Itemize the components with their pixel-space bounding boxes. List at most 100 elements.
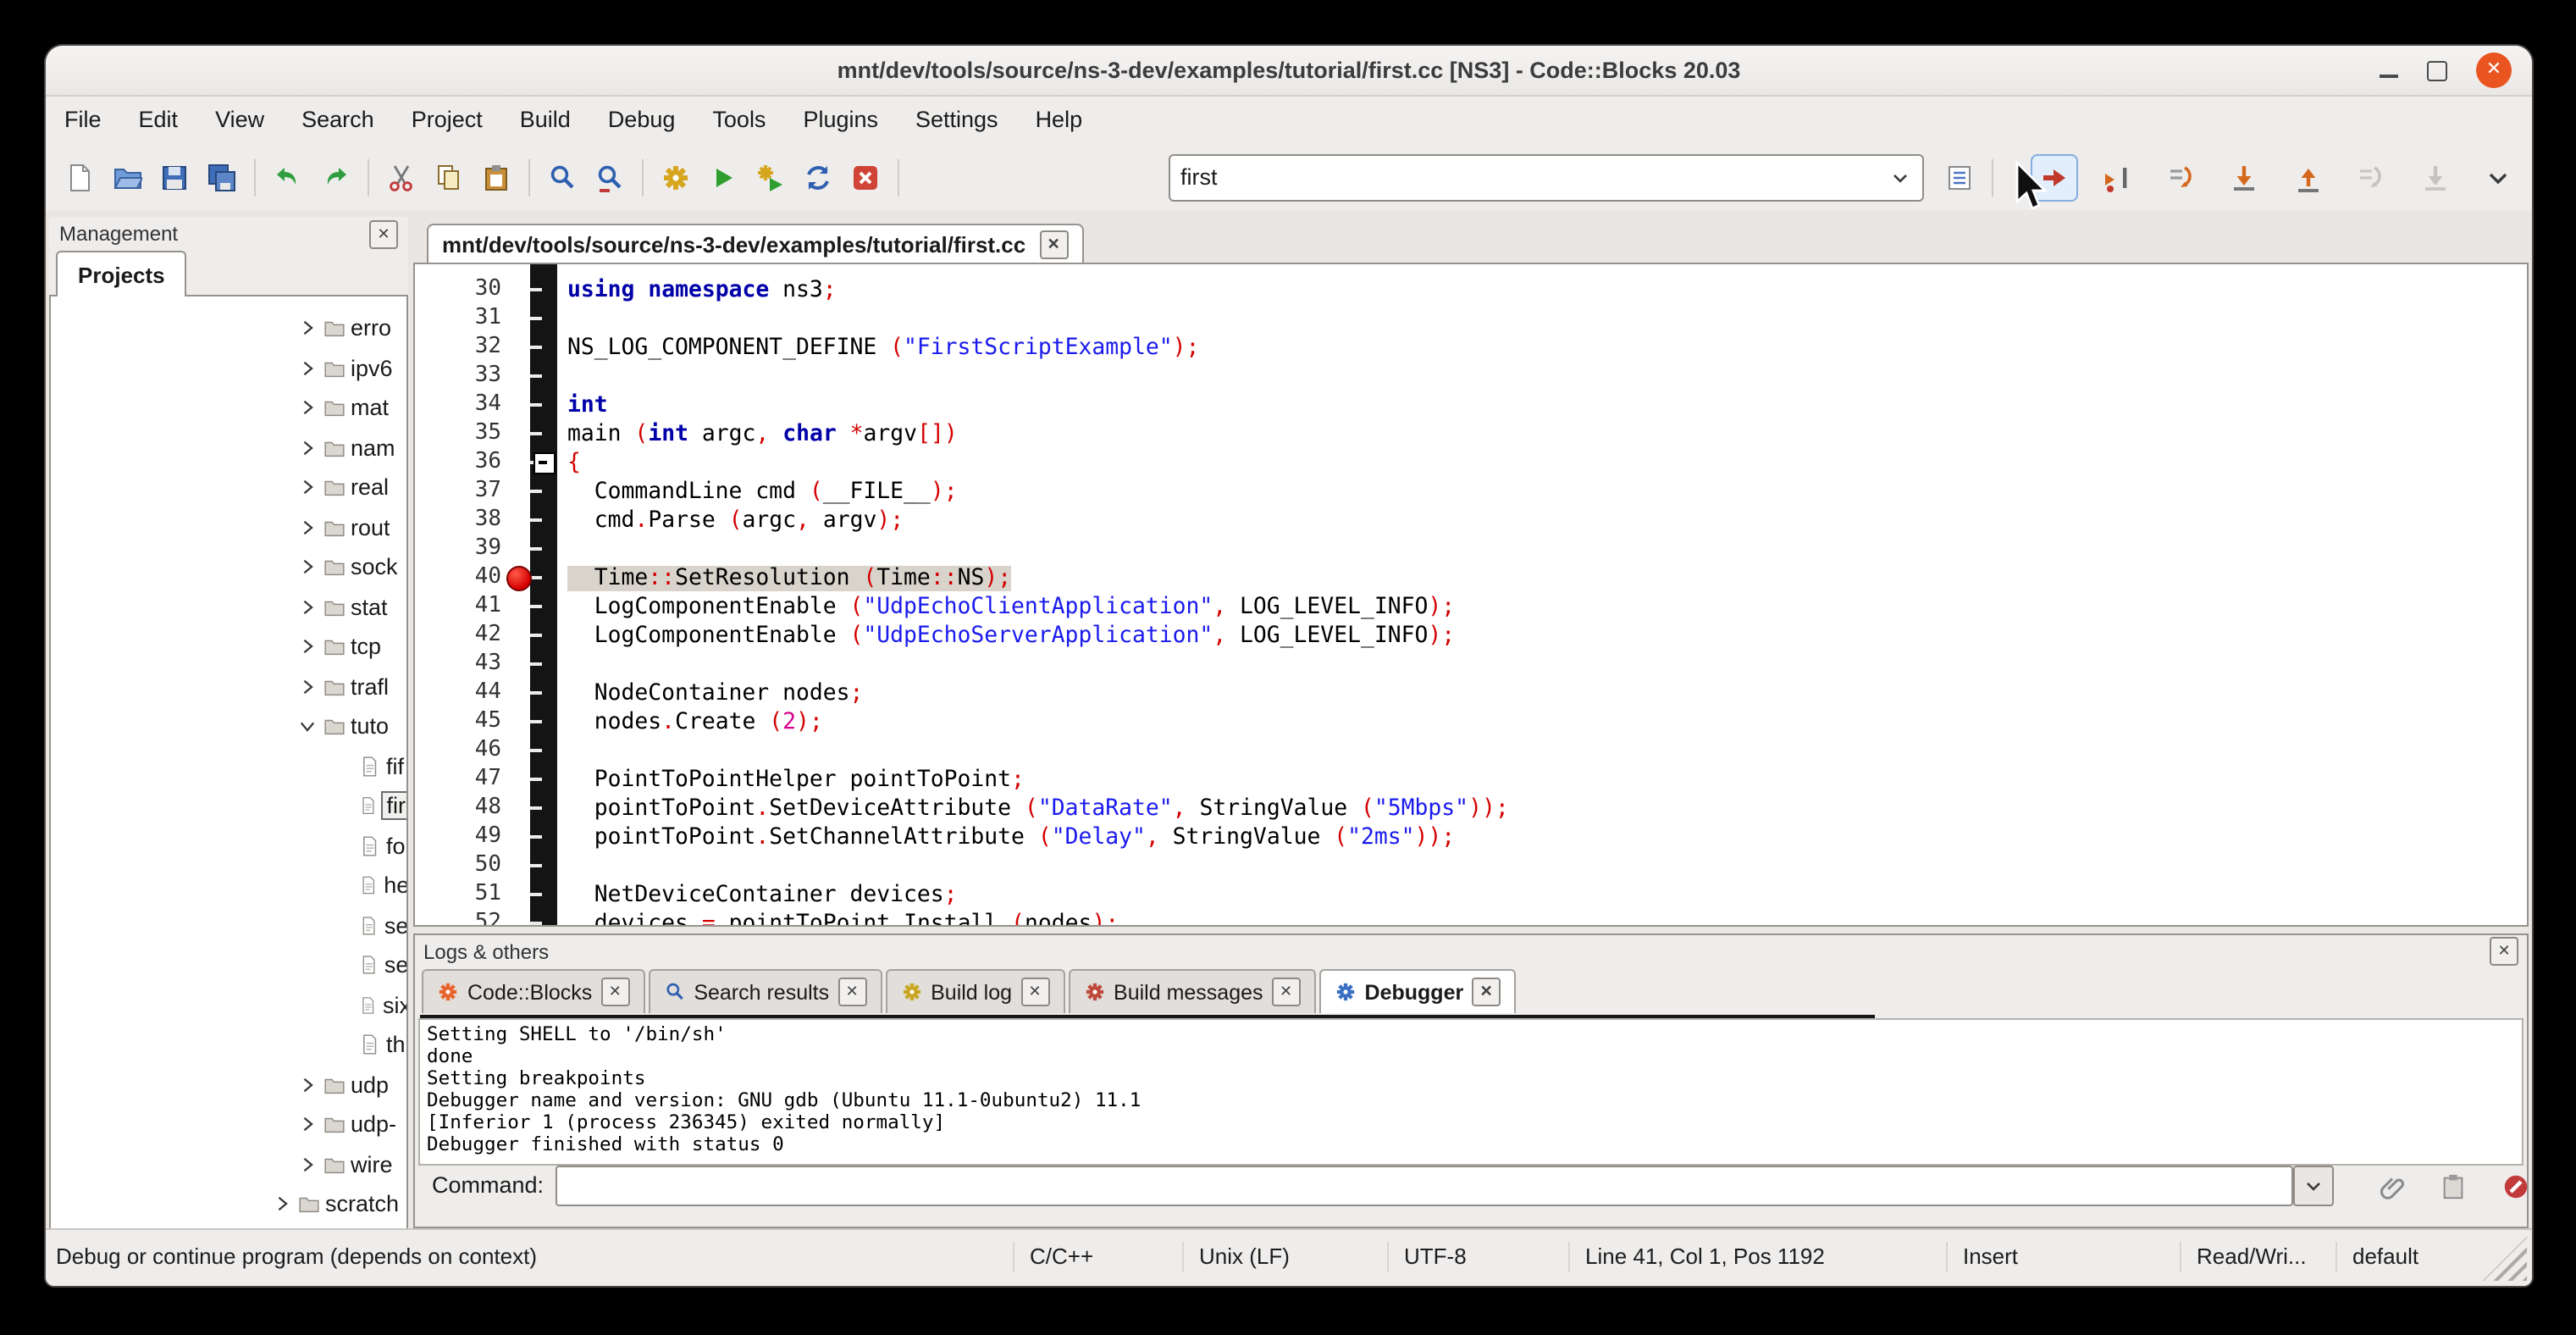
tree-item-mat[interactable]: mat [51,388,406,428]
tree-item-he[interactable]: he [51,866,406,906]
line-number[interactable]: 46 [415,735,510,764]
code-line-51[interactable]: NetDeviceContainer devices; [567,879,2527,908]
line-number[interactable]: 44 [415,678,510,706]
tree-item-udp-[interactable]: udp- [51,1105,406,1144]
build-target-combo[interactable]: first [1169,153,1924,201]
tree-item-trafl[interactable]: trafl [51,667,406,706]
code-editor[interactable]: 3031323334353637383940414243444546474849… [413,263,2529,927]
code-line-39[interactable] [567,534,2527,562]
tree-item-se[interactable]: se [51,945,406,985]
code-line-37[interactable]: CommandLine cmd (__FILE__); [567,476,2527,505]
next-instruction-button[interactable] [2349,155,2393,199]
code-line-42[interactable]: LogComponentEnable ("UdpEchoServerApplic… [567,620,2527,649]
chevron-down-button[interactable] [2476,155,2520,199]
log-tab-build-messages[interactable]: Build messages ✕ [1068,969,1316,1013]
tree-item-tuto[interactable]: tuto [51,706,406,746]
step-into-button[interactable] [2223,155,2267,199]
code-line-52[interactable]: devices = pointToPoint.Install (nodes); [567,908,2527,927]
tree-item-sock[interactable]: sock [51,547,406,587]
code-line-45[interactable]: nodes.Create (2); [567,706,2527,735]
log-tab-code-blocks[interactable]: Code::Blocks ✕ [422,969,644,1013]
undo-button[interactable] [266,155,310,199]
tree-item-se[interactable]: se [51,906,406,945]
run-to-cursor-button[interactable] [2096,155,2140,199]
clipboard-button[interactable] [2434,1167,2471,1205]
fold-collapse-icon[interactable] [533,452,556,474]
tab-projects[interactable]: Projects [56,251,187,296]
menu-file[interactable]: File [47,100,119,139]
line-number[interactable]: 49 [415,822,510,850]
open-file-button[interactable] [105,155,149,199]
code-line-41[interactable]: LogComponentEnable ("UdpEchoClientApplic… [567,591,2527,620]
command-input[interactable] [556,1166,2293,1206]
code-line-44[interactable]: NodeContainer nodes; [567,678,2527,706]
command-dropdown-button[interactable] [2293,1166,2334,1206]
menu-settings[interactable]: Settings [898,100,1015,139]
code-line-34[interactable]: int [567,390,2527,418]
tree-item-wire[interactable]: wire [51,1144,406,1184]
cut-button[interactable] [379,155,423,199]
tree-item-nam[interactable]: nam [51,428,406,468]
line-number[interactable]: 40 [415,562,510,591]
title-bar[interactable]: mnt/dev/tools/source/ns-3-dev/examples/t… [46,46,2532,97]
step-into-instruction-button[interactable] [2413,155,2457,199]
debug-continue-button[interactable] [2032,155,2076,199]
close-icon[interactable]: ✕ [837,978,866,1006]
log-tab-search-results[interactable]: Search results ✕ [648,969,882,1013]
close-icon[interactable]: ✕ [2490,937,2518,966]
tree-item-real[interactable]: real [51,468,406,507]
find-button[interactable] [540,155,584,199]
line-number[interactable]: 52 [415,908,510,927]
debugger-log[interactable]: Setting SHELL to '/bin/sh'doneSetting br… [418,1018,2523,1166]
stop-button[interactable] [2496,1167,2532,1205]
code-line-32[interactable]: NS_LOG_COMPONENT_DEFINE ("FirstScriptExa… [567,332,2527,361]
line-number[interactable]: 32 [415,332,510,361]
code-line-31[interactable] [567,303,2527,332]
run-button[interactable] [701,155,745,199]
new-file-button[interactable] [58,155,102,199]
paste-button[interactable] [474,155,518,199]
build-and-run-button[interactable] [749,155,793,199]
fold-margin[interactable] [530,264,557,925]
save-file-button[interactable] [152,155,196,199]
line-number[interactable]: 35 [415,418,510,447]
close-icon[interactable]: ✕ [1472,978,1501,1006]
tree-item-th[interactable]: th [51,1025,406,1065]
resize-grip[interactable] [2483,1237,2527,1281]
line-number[interactable]: 43 [415,649,510,678]
tree-item-tcp[interactable]: tcp [51,627,406,667]
chevron-down-icon[interactable] [1888,165,1912,189]
close-icon[interactable]: ✕ [600,978,629,1006]
line-number[interactable]: 37 [415,476,510,505]
menu-debug[interactable]: Debug [591,100,693,139]
tree-item-erro[interactable]: erro [51,308,406,348]
line-number[interactable]: 39 [415,534,510,562]
code-line-36[interactable]: { [567,447,2527,476]
menu-edit[interactable]: Edit [122,100,196,139]
breakpoint-marker[interactable] [506,566,532,591]
code-line-47[interactable]: PointToPointHelper pointToPoint; [567,764,2527,793]
editor-tab-first-cc[interactable]: mnt/dev/tools/source/ns-3-dev/examples/t… [427,224,1083,263]
rebuild-button[interactable] [796,155,840,199]
menu-plugins[interactable]: Plugins [786,100,895,139]
line-number[interactable]: 47 [415,764,510,793]
tree-item-rout[interactable]: rout [51,507,406,547]
code-line-35[interactable]: main (int argc, char *argv[]) [567,418,2527,447]
menu-search[interactable]: Search [285,100,391,139]
copy-button[interactable] [427,155,471,199]
line-number[interactable]: 33 [415,361,510,390]
line-number[interactable]: 30 [415,274,510,303]
line-number[interactable]: 50 [415,850,510,879]
menu-view[interactable]: View [198,100,281,139]
attach-button[interactable] [2373,1167,2410,1205]
menu-help[interactable]: Help [1019,100,1100,139]
build-button[interactable] [654,155,698,199]
menu-project[interactable]: Project [395,100,500,139]
menu-tools[interactable]: Tools [695,100,782,139]
close-icon[interactable]: ✕ [1039,230,1068,258]
close-icon[interactable]: ✕ [1020,978,1049,1006]
open-files-list-button[interactable] [1938,155,1982,199]
tree-item-ipv6[interactable]: ipv6 [51,348,406,388]
code-line-46[interactable] [567,735,2527,764]
close-icon[interactable]: ✕ [2476,53,2512,88]
